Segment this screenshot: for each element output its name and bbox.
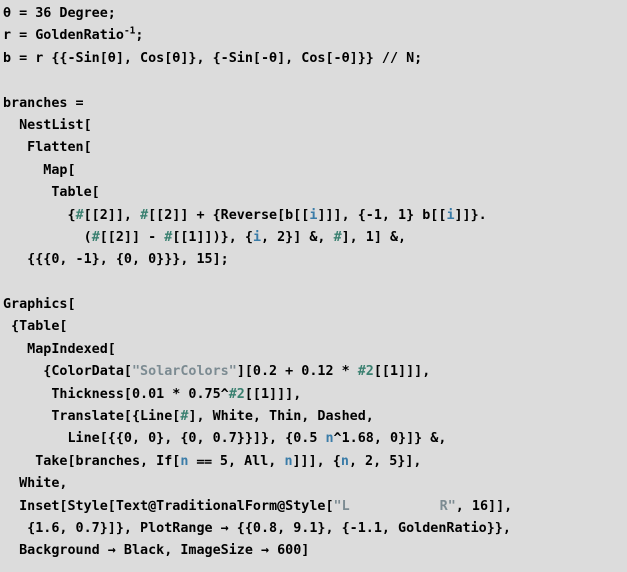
slot-token: # <box>91 229 100 245</box>
code-text: ][0.2 + 0.12 * <box>236 364 358 380</box>
local-variable-token: n <box>284 453 293 469</box>
code-text: Thickness[0.01 * 0.75^ <box>3 386 229 402</box>
slot-token: #2 <box>357 364 374 380</box>
code-line-15[interactable]: {Table[ <box>0 316 627 338</box>
code-text: ; <box>135 28 144 44</box>
code-text: ], White, Thin, Dashed, <box>188 409 374 425</box>
code-line-25[interactable]: Background → Black, ImageSize → 600] <box>0 540 627 562</box>
code-text: , 2, 5}], <box>348 453 422 469</box>
code-line-7[interactable]: Flatten[ <box>0 137 627 159</box>
code-text: ]]}. <box>454 207 487 223</box>
string-literal-token: "SolarColors" <box>132 364 237 380</box>
code-line-11[interactable]: (#[[2]] - #[[1]])}, {i, 2}] &, #], 1] &, <box>0 227 627 249</box>
code-line-blank-2 <box>0 272 627 294</box>
code-text: , 2}] &, <box>261 229 334 245</box>
code-text: { <box>3 207 76 223</box>
code-line-17[interactable]: {ColorData["SolarColors"][0.2 + 0.12 * #… <box>0 361 627 383</box>
string-literal-token: R" <box>439 498 456 514</box>
code-line-14[interactable]: Graphics[ <box>0 294 627 316</box>
code-line-2[interactable]: r = GoldenRatio-1; <box>0 25 627 47</box>
code-text: ⩵ 5, All, <box>188 453 285 469</box>
code-line-24[interactable]: {1.6, 0.7}]}, PlotRange → {{0.8, 9.1}, {… <box>0 518 627 540</box>
code-line-6[interactable]: NestList[ <box>0 115 627 137</box>
code-line-20[interactable]: Line[{{0, 0}, {0, 0.7}}]}, {0.5 n^1.68, … <box>0 428 627 450</box>
code-line-19[interactable]: Translate[{Line[#], White, Thin, Dashed, <box>0 406 627 428</box>
code-text: [[1]])}, { <box>172 229 253 245</box>
code-text: [[2]], <box>83 207 141 223</box>
code-text: r = GoldenRatio <box>3 28 124 44</box>
code-line-12[interactable]: {{{0, -1}, {0, 0}}}, 15]; <box>0 249 627 271</box>
code-text: [[2]] + {Reverse[b[[ <box>148 207 310 223</box>
code-line-21[interactable]: Take[branches, If[n ⩵ 5, All, n]]], {n, … <box>0 451 627 473</box>
code-text: Line[{{0, 0}, {0, 0.7}}]}, {0.5 <box>3 431 326 447</box>
code-text: [[1]]], <box>373 364 431 380</box>
code-line-9[interactable]: Table[ <box>0 182 627 204</box>
local-variable-token: i <box>446 207 455 223</box>
slot-token: #2 <box>228 386 245 402</box>
local-variable-token: n <box>325 431 334 447</box>
code-text: ]]], {-1, 1} b[[ <box>317 207 447 223</box>
code-text: ^1.68, 0}]} &, <box>333 431 447 447</box>
local-variable-token: i <box>252 229 261 245</box>
superscript-exponent: -1 <box>123 25 136 37</box>
code-text: [[1]]], <box>244 386 302 402</box>
code-line-5[interactable]: branches = <box>0 93 627 115</box>
code-text: [[2]] - <box>99 229 165 245</box>
mathematica-input-cell[interactable]: θ = 36 Degree; r = GoldenRatio-1; b = r … <box>0 0 627 572</box>
slot-token: # <box>140 207 149 223</box>
code-text: , 16]], <box>455 498 513 514</box>
code-line-18[interactable]: Thickness[0.01 * 0.75^#2[[1]]], <box>0 384 627 406</box>
code-line-10[interactable]: {#[[2]], #[[2]] + {Reverse[b[[i]]], {-1,… <box>0 205 627 227</box>
code-text: ( <box>3 229 92 245</box>
code-text: Take[branches, If[ <box>3 453 181 469</box>
code-line-1[interactable]: θ = 36 Degree; <box>0 3 627 25</box>
code-line-3[interactable]: b = r {{-Sin[θ], Cos[θ]}, {-Sin[-θ], Cos… <box>0 48 627 70</box>
code-text: ], 1] &, <box>341 229 407 245</box>
code-line-23[interactable]: Inset[Style[Text@TraditionalForm@Style["… <box>0 496 627 518</box>
code-text: {ColorData[ <box>3 364 132 380</box>
local-variable-token: n <box>340 453 349 469</box>
slot-token: # <box>75 207 84 223</box>
string-literal-token: "L <box>333 498 350 514</box>
code-line-8[interactable]: Map[ <box>0 160 627 182</box>
code-line-22[interactable]: White, <box>0 473 627 495</box>
slot-token: # <box>333 229 342 245</box>
code-line-blank-1 <box>0 70 627 92</box>
code-line-16[interactable]: MapIndexed[ <box>0 339 627 361</box>
code-text: Inset[Style[Text@TraditionalForm@Style[ <box>3 498 334 514</box>
code-text: ]]], { <box>292 453 341 469</box>
code-text: Translate[{Line[ <box>3 409 181 425</box>
